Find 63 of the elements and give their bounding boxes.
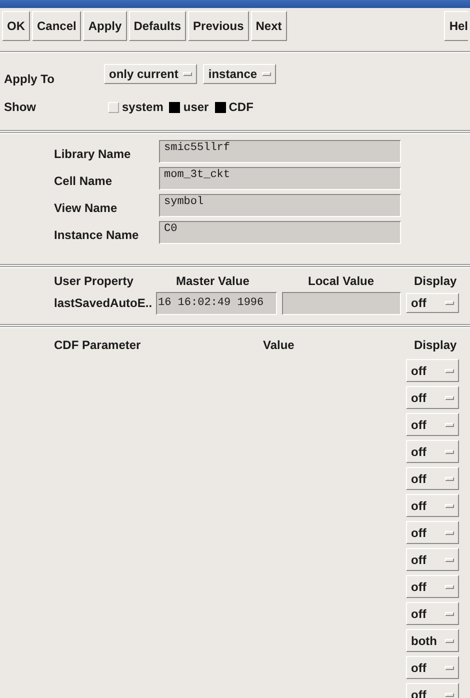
column-header: Display <box>414 337 457 354</box>
dropdown-indicator-icon <box>262 72 272 76</box>
text-field[interactable]: smic55llrf <box>159 140 401 162</box>
dropdown-indicator-icon <box>183 72 192 76</box>
dropdown-button[interactable]: off <box>406 521 459 544</box>
dropdown-indicator-icon <box>445 476 454 480</box>
dropdown-button[interactable]: off <box>406 602 459 625</box>
dropdown-button[interactable]: only current <box>104 64 198 84</box>
apply-to-label: Apply To <box>4 71 56 88</box>
column-header: Local Value <box>308 273 374 290</box>
text-field[interactable] <box>282 292 401 314</box>
dropdown-indicator-icon <box>445 422 454 426</box>
dropdown-indicator-icon <box>445 504 454 508</box>
checkbox-label: CDF <box>228 99 254 116</box>
dropdown-indicator-icon <box>445 450 454 454</box>
dropdown-button[interactable]: off <box>406 494 459 517</box>
column-header: User Property <box>54 273 134 290</box>
dropdown-indicator-icon <box>445 584 454 588</box>
dropdown-indicator-icon <box>445 396 454 400</box>
dropdown-button[interactable]: instance <box>203 64 276 84</box>
toolbar-button[interactable]: Defaults <box>128 11 186 41</box>
field-label: Instance Name <box>54 227 140 244</box>
dropdown-indicator-icon <box>445 666 454 670</box>
text-field[interactable]: C0 <box>159 220 401 244</box>
field-label: Library Name <box>54 146 132 163</box>
dropdown-button[interactable]: off <box>406 440 459 463</box>
column-header: CDF Parameter <box>54 337 141 354</box>
dropdown-button[interactable]: off <box>406 293 459 313</box>
text-field[interactable]: mom_3t_ckt <box>159 166 401 190</box>
toolbar-button[interactable]: Cancel <box>32 11 82 41</box>
field-label: Cell Name <box>54 173 114 190</box>
checkbox-label: system <box>122 99 164 116</box>
text-field[interactable]: 16 16:02:49 1996 <box>156 292 277 314</box>
dropdown-indicator-icon <box>445 530 454 534</box>
dropdown-button[interactable]: off <box>406 548 459 571</box>
dropdown-button[interactable]: both <box>406 629 459 652</box>
toolbar-button[interactable]: Apply <box>83 11 127 41</box>
column-header: Master Value <box>176 273 250 290</box>
checkbox[interactable] <box>214 102 226 112</box>
dropdown-indicator-icon <box>445 368 454 372</box>
checkbox-label: user <box>183 99 209 116</box>
toolbar-button[interactable]: Previous <box>188 11 249 41</box>
checkbox[interactable] <box>169 102 180 112</box>
help-button[interactable]: Hel <box>444 11 468 41</box>
dropdown-button[interactable]: off <box>406 656 459 679</box>
toolbar-button[interactable]: Next <box>250 11 287 41</box>
column-header: Value <box>263 337 294 354</box>
dropdown-indicator-icon <box>445 612 454 616</box>
dropdown-button[interactable]: off <box>406 359 459 382</box>
dropdown-button[interactable]: off <box>406 575 459 598</box>
dropdown-indicator-icon <box>445 638 454 642</box>
column-header: Display <box>414 273 457 290</box>
toolbar-button[interactable]: OK <box>2 11 30 41</box>
dropdown-button[interactable]: off <box>406 413 459 436</box>
dropdown-indicator-icon <box>445 558 454 562</box>
text-field[interactable]: symbol <box>159 194 401 216</box>
dropdown-button[interactable]: off <box>406 386 459 409</box>
dropdown-indicator-icon <box>445 692 454 696</box>
field-label: View Name <box>54 200 118 217</box>
dropdown-button[interactable]: off <box>406 467 459 490</box>
dropdown-indicator-icon <box>445 301 454 305</box>
show-label: Show <box>4 99 37 116</box>
property-name: lastSavedAutoE.. <box>54 295 154 312</box>
